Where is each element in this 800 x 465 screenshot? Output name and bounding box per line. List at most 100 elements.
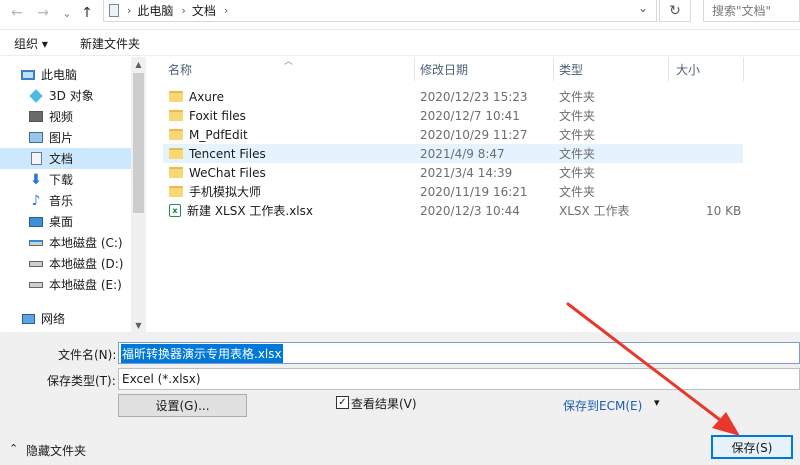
sidebar-item-documents[interactable]: 文档 — [0, 148, 131, 169]
forward-button[interactable]: → — [32, 2, 54, 24]
sidebar-item-drive-e[interactable]: 本地磁盘 (E:) — [0, 274, 131, 295]
sidebar-item-label: 本地磁盘 (E:) — [49, 278, 122, 292]
excel-file-icon: x — [169, 204, 181, 217]
column-divider[interactable] — [553, 57, 554, 81]
column-header-name[interactable]: 名称 — [168, 57, 192, 81]
breadcrumb-separator: › — [223, 4, 229, 17]
sidebar-item-label: 文档 — [49, 152, 74, 166]
new-folder-button[interactable]: 新建文件夹 — [80, 35, 140, 52]
address-dropdown-icon[interactable]: ⌄ — [638, 1, 648, 15]
file-date: 2020/12/3 10:44 — [420, 203, 520, 218]
network-icon — [20, 312, 36, 326]
hide-folders-button[interactable]: 隐藏文件夹 — [26, 442, 86, 459]
file-type: 文件夹 — [559, 90, 596, 104]
filetype-select[interactable]: Excel (*.xlsx) — [118, 368, 800, 390]
file-row[interactable]: Foxit files 2020/12/7 10:41 文件夹 — [163, 106, 743, 125]
up-button[interactable]: ↑ — [76, 2, 98, 24]
file-date: 2020/12/7 10:41 — [420, 108, 520, 123]
filename-input[interactable]: 福昕转换器演示专用表格.xlsx — [118, 342, 800, 364]
back-button[interactable]: ← — [6, 2, 28, 24]
file-name: 新建 XLSX 工作表.xlsx — [187, 204, 313, 218]
file-type: 文件夹 — [559, 166, 596, 180]
back-arrow-icon: ← — [11, 5, 23, 21]
refresh-icon: ↻ — [669, 2, 681, 19]
refresh-button[interactable]: ↻ — [659, 0, 691, 22]
sidebar-item-label: 下载 — [49, 173, 74, 187]
file-name-cell: Tencent Files — [169, 144, 266, 163]
file-list: 名称 ︿ 修改日期 类型 大小 Axure 2020/12/23 15:23 文… — [146, 57, 800, 332]
sidebar-item-videos[interactable]: 视频 — [0, 106, 131, 127]
breadcrumb-this-pc[interactable]: 此电脑 — [137, 2, 173, 19]
drive-icon — [28, 236, 44, 250]
address-bar[interactable]: › 此电脑 › 文档 › ⌄ — [103, 0, 657, 22]
column-header-date[interactable]: 修改日期 — [420, 57, 468, 81]
computer-icon — [20, 68, 36, 82]
sidebar-scrollbar[interactable]: ▲ ▼ — [131, 57, 146, 332]
sidebar-item-network[interactable]: 网络 — [0, 308, 131, 329]
sidebar-item-label: 本地磁盘 (C:) — [49, 236, 123, 250]
column-divider[interactable] — [414, 57, 415, 81]
file-row[interactable]: x 新建 XLSX 工作表.xlsx 2020/12/3 10:44 XLSX 工… — [163, 201, 743, 220]
sidebar-item-label: 网络 — [41, 312, 66, 326]
sidebar-item-pictures[interactable]: 图片 — [0, 127, 131, 148]
file-date: 2020/12/23 15:23 — [420, 89, 528, 104]
save-button[interactable]: 保存(S) — [711, 435, 793, 459]
drive-icon — [28, 257, 44, 271]
filename-value: 福昕转换器演示专用表格.xlsx — [121, 343, 283, 363]
documents-icon — [28, 152, 44, 166]
sidebar-scroll-thumb[interactable] — [133, 73, 144, 213]
ecm-dropdown-icon[interactable]: ▾ — [654, 396, 660, 409]
chevron-up-icon[interactable]: ⌃ — [9, 442, 18, 455]
breadcrumb-separator: › — [181, 4, 186, 17]
address-row: ← → ⌄ ↑ › 此电脑 › 文档 › ⌄ ↻ 搜索"文档" — [0, 0, 800, 30]
scroll-up-icon[interactable]: ▲ — [131, 57, 146, 71]
file-row[interactable]: Axure 2020/12/23 15:23 文件夹 — [163, 87, 743, 106]
chevron-down-icon: ⌄ — [62, 6, 72, 20]
breadcrumb-separator: › — [127, 4, 132, 17]
forward-arrow-icon: → — [37, 5, 49, 21]
search-input[interactable]: 搜索"文档" — [703, 0, 800, 22]
column-header-type[interactable]: 类型 — [559, 57, 583, 81]
folder-icon — [169, 110, 183, 121]
recent-locations-button[interactable]: ⌄ — [56, 2, 78, 24]
sidebar-item-drive-d[interactable]: 本地磁盘 (D:) — [0, 253, 131, 274]
column-divider[interactable] — [668, 57, 669, 81]
sidebar-item-downloads[interactable]: ⬇ 下载 — [0, 169, 131, 190]
sidebar-item-label: 图片 — [49, 131, 74, 145]
file-type: XLSX 工作表 — [559, 204, 630, 218]
filename-label: 文件名(N): — [58, 348, 117, 362]
scroll-down-icon[interactable]: ▼ — [131, 318, 146, 332]
save-to-ecm-link[interactable]: 保存到ECM(E) — [563, 397, 642, 414]
sidebar-item-desktop[interactable]: 桌面 — [0, 211, 131, 232]
view-results-label[interactable]: 查看结果(V) — [351, 395, 417, 412]
sidebar-item-label: 3D 对象 — [49, 89, 94, 103]
sidebar-item-label: 本地磁盘 (D:) — [49, 257, 124, 271]
view-results-checkbox[interactable]: ✓ — [336, 396, 349, 409]
file-type: 文件夹 — [559, 109, 596, 123]
breadcrumb-documents[interactable]: 文档 — [192, 2, 216, 19]
column-header-size[interactable]: 大小 — [676, 57, 700, 81]
sidebar-item-label: 音乐 — [49, 194, 74, 208]
file-name-cell: x 新建 XLSX 工作表.xlsx — [169, 201, 313, 220]
sidebar-item-label: 视频 — [49, 110, 74, 124]
navigation-pane: 此电脑 3D 对象 视频 图片 文档 ⬇ 下载 ♪ 音乐 桌面 本地磁盘 (C:… — [0, 57, 146, 332]
sidebar-item-drive-c[interactable]: 本地磁盘 (C:) — [0, 232, 131, 253]
file-name-cell: WeChat Files — [169, 163, 266, 182]
sidebar-item-this-pc[interactable]: 此电脑 — [0, 64, 131, 85]
sidebar-item-music[interactable]: ♪ 音乐 — [0, 190, 131, 211]
file-row[interactable]: Tencent Files 2021/4/9 8:47 文件夹 — [163, 144, 743, 163]
settings-button[interactable]: 设置(G)... — [118, 394, 247, 417]
file-row[interactable]: 手机模拟大师 2020/11/19 16:21 文件夹 — [163, 182, 743, 201]
sidebar-item-3d-objects[interactable]: 3D 对象 — [0, 85, 131, 106]
file-date: 2021/4/9 8:47 — [420, 146, 505, 161]
folder-icon — [169, 186, 183, 197]
file-name: M_PdfEdit — [189, 127, 248, 142]
column-divider[interactable] — [743, 57, 744, 81]
file-row[interactable]: WeChat Files 2021/3/4 14:39 文件夹 — [163, 163, 743, 182]
3d-objects-icon — [28, 88, 44, 103]
file-type: 文件夹 — [559, 128, 596, 142]
file-name: 手机模拟大师 — [189, 185, 262, 199]
file-row[interactable]: M_PdfEdit 2020/10/29 11:27 文件夹 — [163, 125, 743, 144]
music-icon: ♪ — [31, 192, 41, 209]
organize-button[interactable]: 组织 ▾ — [14, 35, 48, 52]
